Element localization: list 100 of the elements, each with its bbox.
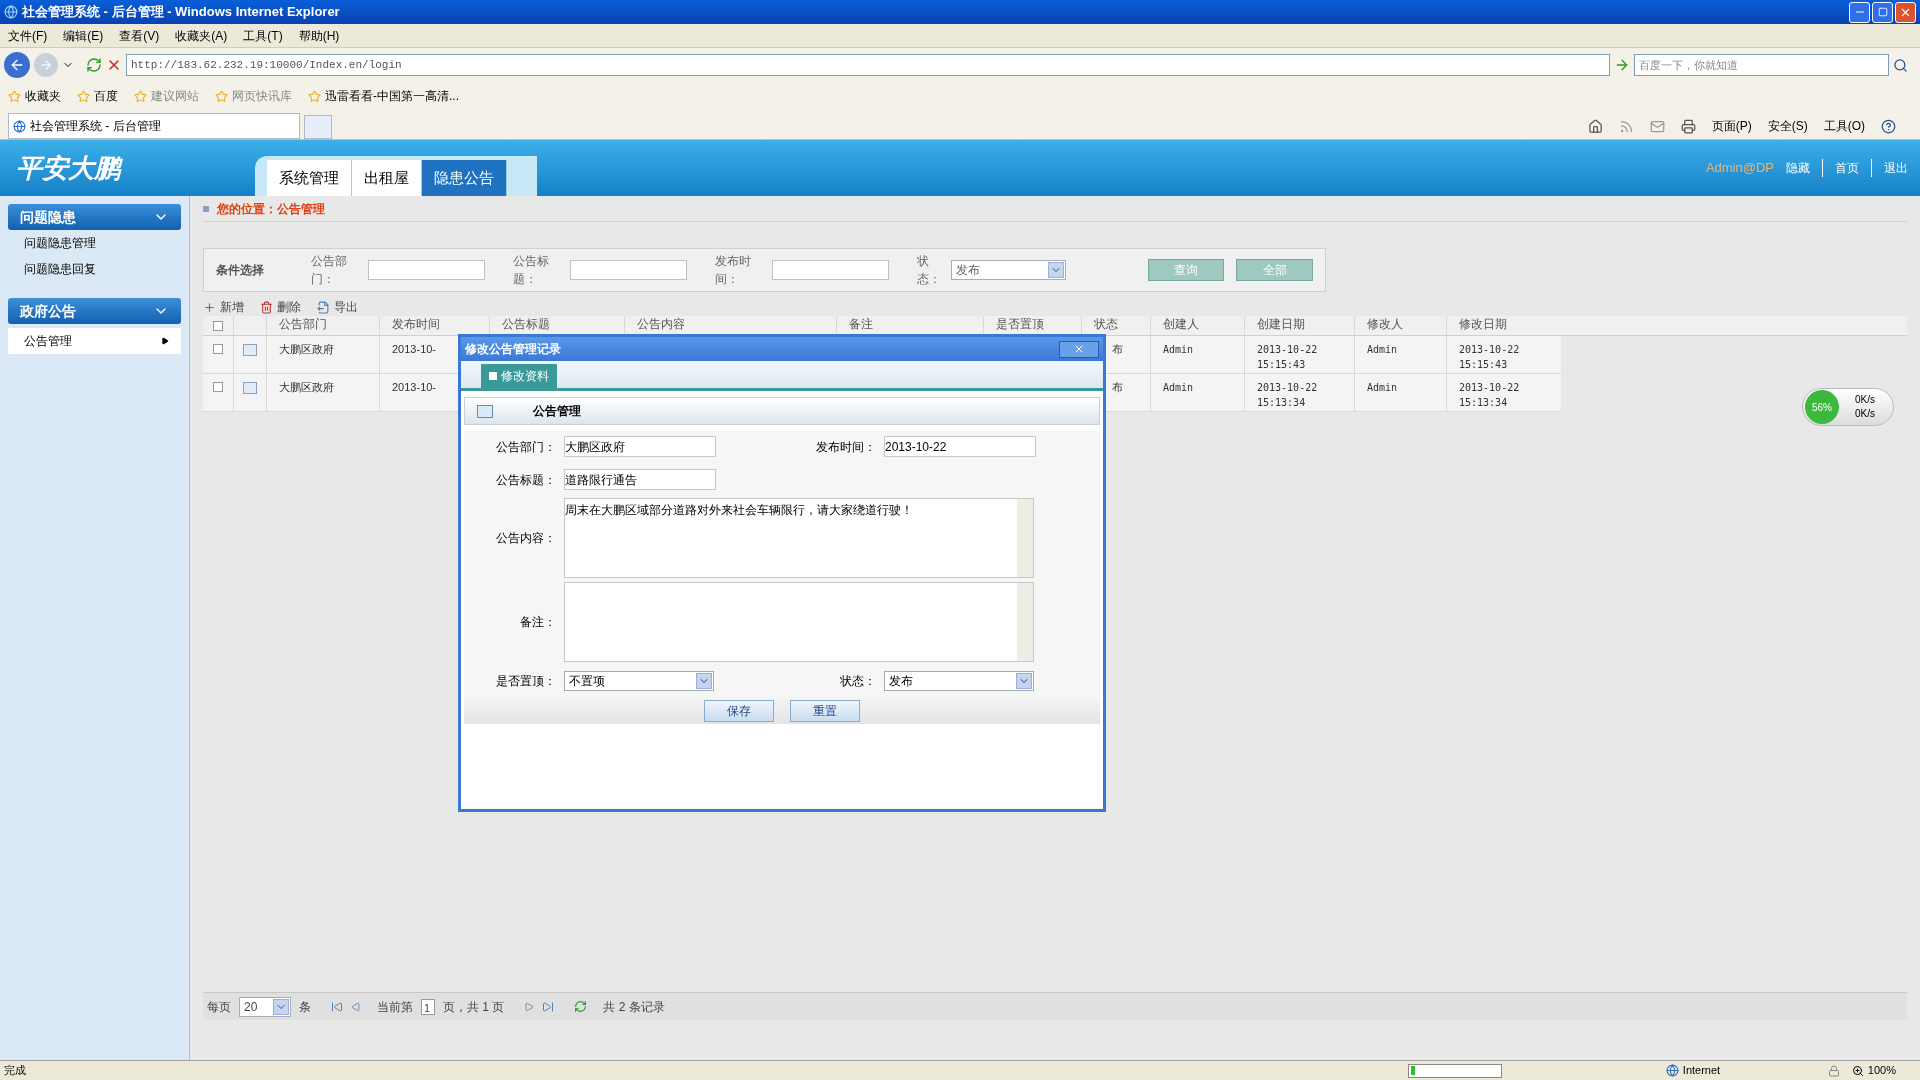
form-label: 是否置顶：: [495, 672, 557, 690]
user-name: Admin@DP: [1705, 159, 1774, 178]
column-header[interactable]: 修改日期: [1459, 317, 1507, 331]
sidebar-item[interactable]: 公告管理: [8, 328, 181, 354]
toolbar-button[interactable]: 新增: [203, 298, 244, 316]
sidebar-group-header[interactable]: 问题隐患: [8, 204, 181, 230]
star-icon: [8, 89, 21, 103]
edit-icon[interactable]: [243, 344, 257, 356]
command-menu[interactable]: 安全(S): [1767, 117, 1808, 135]
content-textarea[interactable]: 周末在大鹏区域部分道路对外来社会车辆限行，请大家绕道行驶！: [564, 498, 1034, 578]
search-field[interactable]: 百度一下，你就知道: [1634, 54, 1889, 76]
filter-label: 状态：: [916, 253, 942, 288]
back-button[interactable]: [4, 52, 30, 78]
page-input[interactable]: 1: [421, 998, 435, 1015]
breadcrumb: 您的位置：公告管理: [217, 200, 325, 218]
column-header[interactable]: 发布时间: [392, 317, 440, 331]
title-input[interactable]: 道路限行通告: [564, 469, 716, 490]
star-icon: [134, 89, 147, 103]
zoom-level[interactable]: 100%: [1851, 1062, 1920, 1079]
previous-page-icon[interactable]: [351, 1001, 361, 1012]
window-title: 社会管理系统 - 后台管理 - Windows Internet Explorer: [22, 3, 340, 22]
column-header[interactable]: 公告内容: [637, 317, 685, 331]
column-header[interactable]: 是否置顶: [996, 317, 1044, 331]
menu-item[interactable]: 工具(T): [243, 26, 283, 45]
toolbar-button[interactable]: 导出: [317, 298, 358, 316]
date-input[interactable]: 2013-10-22: [884, 436, 1036, 457]
select-all-checkbox[interactable]: [213, 320, 223, 331]
table-cell: Admin: [1163, 344, 1194, 355]
next-page-icon[interactable]: [524, 1001, 535, 1012]
column-header[interactable]: 状态: [1094, 317, 1118, 331]
refresh-icon[interactable]: [86, 57, 102, 73]
last-page-icon[interactable]: [542, 1000, 555, 1013]
pager-label: 页，共 1 页: [443, 998, 505, 1016]
sidebar-item[interactable]: 问题隐患管理: [8, 230, 181, 256]
feed-icon[interactable]: [1618, 118, 1634, 134]
command-menu[interactable]: 页面(P): [1711, 117, 1752, 135]
star-icon: [215, 89, 228, 103]
first-page-icon[interactable]: [331, 1000, 343, 1013]
column-header[interactable]: 公告标题: [502, 317, 550, 331]
zone-indicator: Internet: [1665, 1062, 1816, 1079]
form-button[interactable]: 保存: [704, 700, 774, 722]
edit-icon[interactable]: [243, 382, 257, 394]
form-button[interactable]: 重置: [790, 700, 860, 722]
home-icon[interactable]: [1587, 118, 1603, 134]
refresh-icon[interactable]: [574, 1000, 588, 1013]
memory-gauge: 56%: [1805, 390, 1839, 424]
column-header[interactable]: 创建日期: [1257, 317, 1305, 331]
column-header[interactable]: 公告部门: [279, 317, 327, 331]
filter-input[interactable]: [570, 260, 687, 280]
help-icon[interactable]: [1881, 118, 1896, 134]
status-select[interactable]: 发布: [951, 260, 1066, 280]
close-button[interactable]: [1059, 340, 1099, 358]
menu-item[interactable]: 收藏夹(A): [175, 26, 228, 45]
status-select[interactable]: 发布: [884, 670, 1034, 691]
sidebar-group-header[interactable]: 政府公告: [8, 298, 181, 324]
maximize-button[interactable]: [1872, 1, 1893, 23]
row-checkbox[interactable]: [213, 344, 223, 354]
menu-item[interactable]: 帮助(H): [298, 26, 340, 45]
table-cell: Admin: [1367, 344, 1398, 355]
star-icon: [308, 89, 321, 103]
column-header[interactable]: 修改人: [1367, 317, 1403, 331]
minimize-button[interactable]: [1849, 1, 1870, 23]
page-size-select[interactable]: 20: [239, 996, 291, 1017]
form-label: 状态：: [839, 672, 877, 690]
dept-input[interactable]: 大鹏区政府: [564, 436, 716, 457]
row-checkbox[interactable]: [213, 382, 223, 392]
column-header[interactable]: 备注: [849, 317, 873, 331]
nav-tab[interactable]: 出租屋: [352, 160, 422, 196]
globe-icon: [1665, 1064, 1679, 1077]
filter-input[interactable]: [772, 260, 889, 280]
toolbar-button[interactable]: 删除: [260, 298, 301, 316]
new-tab-button[interactable]: [304, 115, 332, 139]
pin-select[interactable]: 不置项: [564, 670, 714, 691]
table-cell: 2013-10-: [392, 381, 437, 393]
favorites-link[interactable]: 百度: [77, 87, 118, 105]
browser-tab[interactable]: 社会管理系统 - 后台管理: [8, 113, 300, 139]
filter-input[interactable]: [368, 260, 485, 280]
menu-item[interactable]: 文件(F): [8, 26, 48, 45]
section-header: 公告管理: [464, 397, 1100, 425]
plus-icon: [203, 300, 216, 314]
go-icon[interactable]: [1614, 57, 1630, 73]
nav-tab[interactable]: 隐患公告: [422, 160, 507, 196]
nav-tab[interactable]: 系统管理: [267, 160, 352, 196]
print-icon[interactable]: [1680, 118, 1696, 134]
browser-icon: [4, 5, 18, 19]
menu-item[interactable]: 查看(V): [119, 26, 160, 45]
search-icon[interactable]: [1893, 57, 1908, 73]
command-menu[interactable]: 工具(O): [1823, 117, 1865, 135]
bullet-icon: [203, 205, 209, 212]
table-cell: Admin: [1163, 382, 1194, 393]
favorites-link[interactable]: 收藏夹: [8, 87, 61, 105]
favorites-link[interactable]: 迅雷看看-中国第一高清...: [308, 87, 459, 105]
column-header[interactable]: 创建人: [1163, 317, 1199, 331]
sidebar-item[interactable]: 问题隐患回复: [8, 256, 181, 282]
note-textarea[interactable]: [564, 582, 1034, 662]
record-count: 共 2 条记录: [603, 998, 665, 1016]
page-icon: [13, 119, 26, 133]
mail-icon[interactable]: [1649, 118, 1665, 134]
address-field[interactable]: http://183.62.232.19:10000/Index.en/login: [126, 54, 1610, 76]
menu-item[interactable]: 编辑(E): [63, 26, 104, 45]
